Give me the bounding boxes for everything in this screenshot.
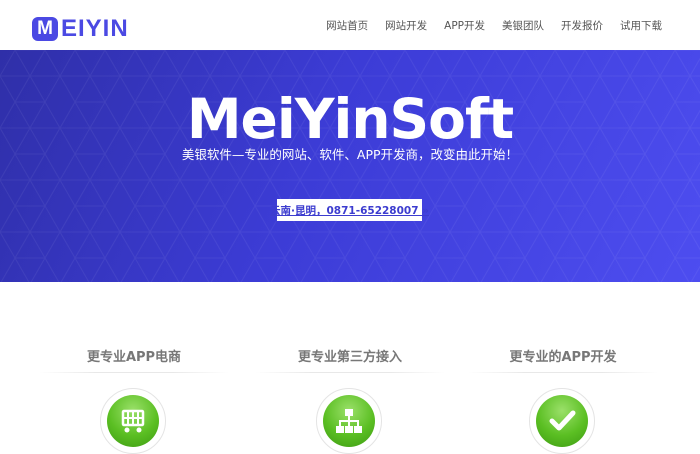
checkmark-icon — [549, 410, 576, 431]
feature-title: 更专业第三方接入 — [297, 350, 402, 365]
divider — [255, 372, 445, 373]
feature-icon-frame[interactable] — [100, 388, 166, 454]
feature-icon-frame[interactable] — [316, 388, 382, 454]
nav-item-team[interactable]: 美银团队 — [502, 18, 544, 34]
hero-pattern — [0, 50, 700, 282]
site-header: M EIYIN 网站首页 网站开发 APP开发 美银团队 开发报价 试用下载 — [0, 0, 700, 50]
feature-title: 更专业的APP开发 — [509, 350, 617, 365]
feature-title: 更专业APP电商 — [86, 350, 182, 365]
hero-banner: MeiYinSoft 美银软件—专业的网站、软件、APP开发商，改变由此开始！ … — [0, 50, 700, 282]
contact-phone-button[interactable]: 云南·昆明，0871-65228007 » — [270, 199, 429, 221]
main-nav: 网站首页 网站开发 APP开发 美银团队 开发报价 试用下载 — [309, 18, 662, 34]
nav-item-download[interactable]: 试用下载 — [620, 18, 662, 34]
logo-text: EIYIN — [61, 15, 129, 42]
divider — [468, 372, 658, 373]
features-section: 更专业APP电商 更专业第三方接入 更专业的APP开发 — [0, 282, 700, 454]
feature-third-party: 更专业第三方接入 — [250, 282, 450, 454]
nav-item-web-dev[interactable]: 网站开发 — [385, 18, 427, 34]
nav-item-app-dev[interactable]: APP开发 — [444, 18, 485, 34]
feature-icon-frame[interactable] — [529, 388, 595, 454]
shopping-cart-icon — [121, 409, 145, 433]
site-logo[interactable]: M EIYIN — [32, 15, 129, 43]
nav-item-pricing[interactable]: 开发报价 — [561, 18, 603, 34]
feature-app-dev: 更专业的APP开发 — [463, 282, 663, 454]
hero-subtitle: 美银软件—专业的网站、软件、APP开发商，改变由此开始！ — [181, 147, 519, 162]
feature-ecommerce: 更专业APP电商 — [34, 282, 234, 454]
network-hierarchy-icon — [336, 409, 362, 433]
nav-item-home[interactable]: 网站首页 — [326, 18, 368, 34]
divider — [39, 372, 229, 373]
hero-title: MeiYinSoft — [186, 87, 514, 151]
logo-mark: M — [32, 17, 58, 41]
